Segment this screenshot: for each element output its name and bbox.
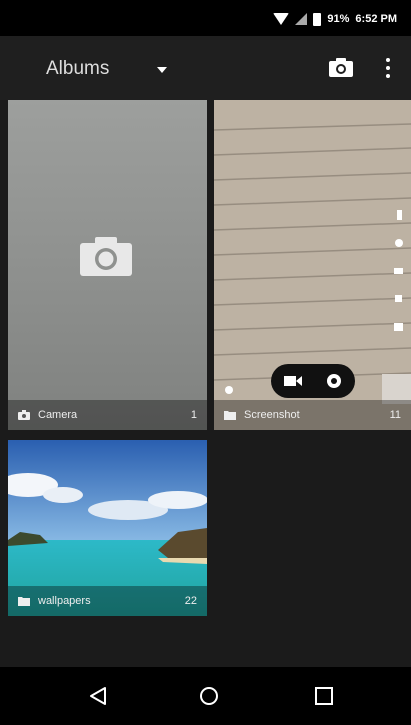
album-count: 22 (184, 595, 197, 607)
album-caption: Screenshot 11 (214, 400, 411, 430)
home-icon[interactable] (199, 686, 219, 706)
folder-icon (224, 411, 236, 420)
camera-icon (18, 410, 30, 420)
more-options-icon[interactable] (380, 56, 396, 80)
wifi-icon (273, 13, 290, 25)
album-caption: Camera 1 (8, 400, 207, 430)
back-icon[interactable] (88, 686, 108, 706)
clock: 6:52 PM (355, 13, 397, 25)
battery-percent: 91% (327, 13, 350, 25)
album-tile-screenshot[interactable]: Screenshot 11 (214, 100, 411, 430)
screenshot-thumbnail (214, 100, 411, 430)
app-toolbar: Albums (0, 36, 411, 100)
battery-icon (313, 12, 322, 26)
folder-icon (18, 597, 30, 606)
album-name: Camera (38, 409, 78, 421)
camera-placeholder-icon (80, 237, 132, 276)
album-caption: wallpapers 22 (8, 586, 207, 616)
camera-icon[interactable] (328, 58, 354, 78)
album-count: 1 (190, 409, 197, 421)
album-name: wallpapers (38, 595, 91, 607)
album-tile-wallpapers[interactable]: wallpapers 22 (8, 440, 207, 616)
album-name: Screenshot (244, 409, 300, 421)
signal-icon (295, 13, 308, 25)
status-icons: 91% 6:52 PM (273, 10, 397, 28)
album-count: 11 (389, 409, 401, 421)
album-selector-label[interactable]: Albums (46, 58, 109, 80)
recent-apps-icon[interactable] (314, 686, 334, 706)
dropdown-arrow-icon[interactable] (157, 67, 167, 73)
status-bar: 91% 6:52 PM (0, 0, 411, 36)
system-nav-bar (0, 667, 411, 725)
